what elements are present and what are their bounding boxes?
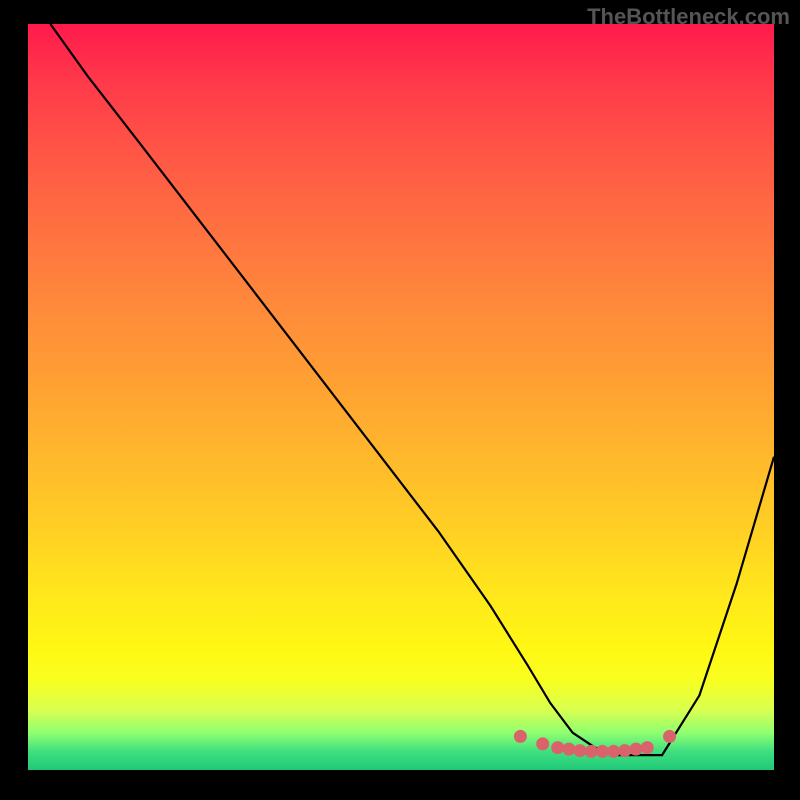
- optimal-marker: [536, 737, 549, 750]
- optimal-marker: [514, 730, 527, 743]
- optimal-marker: [607, 745, 620, 758]
- optimal-marker: [574, 744, 587, 757]
- optimal-marker: [585, 745, 598, 758]
- chart-svg: [28, 24, 774, 770]
- optimal-marker: [562, 743, 575, 756]
- optimal-marker: [596, 745, 609, 758]
- bottleneck-curve: [50, 24, 774, 755]
- optimal-marker: [641, 741, 654, 754]
- chart-container: TheBottleneck.com: [0, 0, 800, 800]
- plot-area: [28, 24, 774, 770]
- watermark-text: TheBottleneck.com: [587, 4, 790, 30]
- optimal-marker: [551, 741, 564, 754]
- optimal-markers: [514, 730, 676, 758]
- optimal-marker: [663, 730, 676, 743]
- curve-layer: [50, 24, 774, 755]
- optimal-marker: [630, 743, 643, 756]
- optimal-marker: [618, 744, 631, 757]
